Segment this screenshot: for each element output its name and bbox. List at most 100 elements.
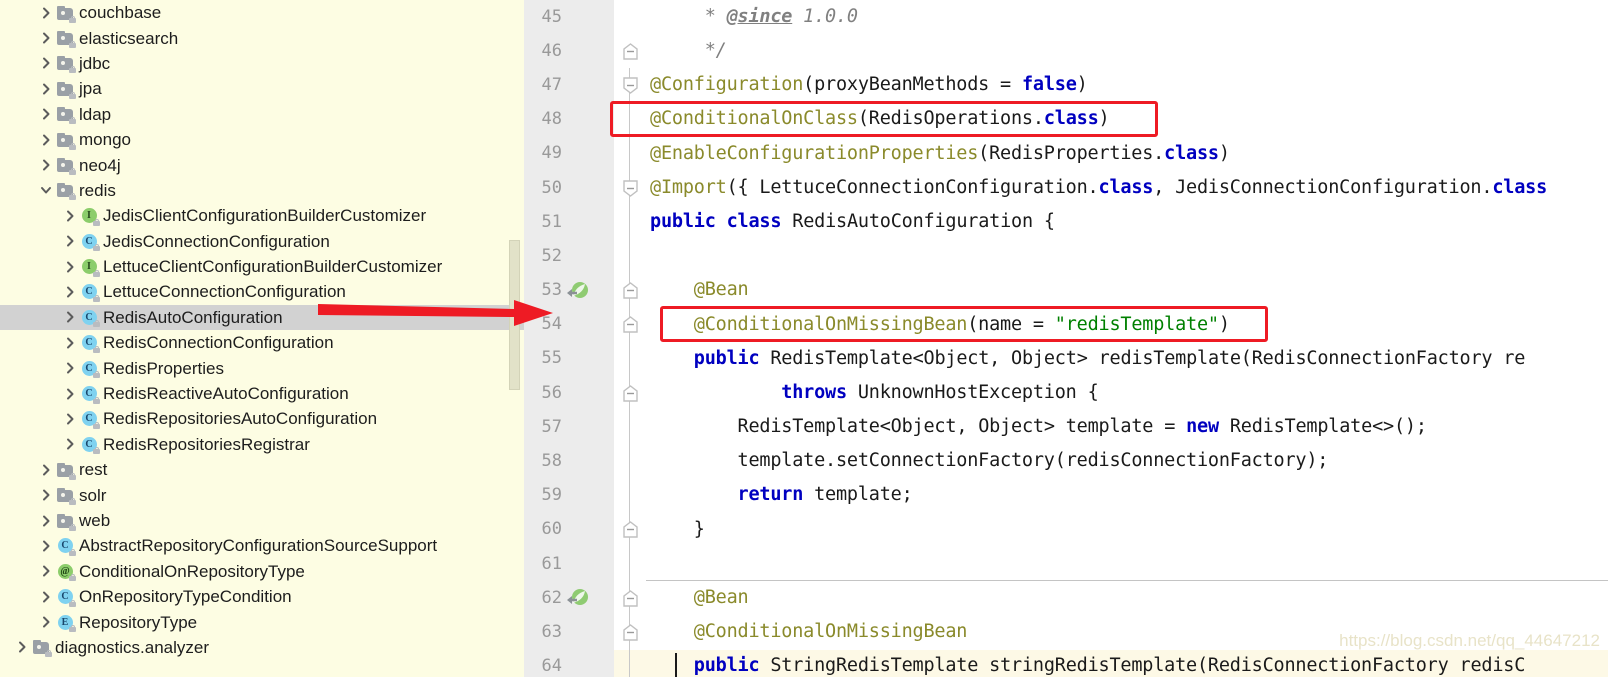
tree-node[interactable]: C RedisRepositoriesAutoConfiguration [0, 406, 524, 431]
chevron-right-icon[interactable] [38, 538, 54, 554]
fold-column[interactable] [614, 136, 646, 171]
fold-marker[interactable] [622, 42, 639, 61]
tree-node[interactable]: C RedisConnectionConfiguration [0, 330, 524, 355]
code-lines[interactable]: 45 * @since 1.0.0 46 */47 @Configuration(p… [524, 0, 1608, 677]
code-line[interactable]: 52 [524, 239, 1608, 274]
fold-marker[interactable] [622, 315, 639, 334]
tree-node[interactable]: mongo [0, 127, 524, 152]
tree-node[interactable]: C RedisReactiveAutoConfiguration [0, 381, 524, 406]
spring-bean-gutter-icon[interactable] [567, 281, 589, 301]
code-line[interactable]: 51 public class RedisAutoConfiguration { [524, 205, 1608, 240]
fold-marker[interactable] [622, 623, 639, 642]
fold-column[interactable] [614, 102, 646, 137]
chevron-right-icon[interactable] [38, 513, 54, 529]
chevron-right-icon[interactable] [38, 589, 54, 605]
chevron-right-icon[interactable] [62, 360, 78, 376]
chevron-right-icon[interactable] [62, 436, 78, 452]
code-line[interactable]: 61 [524, 547, 1608, 582]
code-line[interactable]: 54 @ConditionalOnMissingBean(name = "red… [524, 307, 1608, 342]
tree-node[interactable]: C RedisRepositoriesRegistrar [0, 432, 524, 457]
fold-column[interactable] [614, 615, 646, 650]
editor-gutter[interactable]: 51 [524, 205, 614, 240]
fold-column[interactable] [614, 170, 646, 206]
code-line[interactable]: 56 throws UnknownHostException { [524, 376, 1608, 411]
code-line[interactable]: 49 @EnableConfigurationProperties(RedisPr… [524, 136, 1608, 171]
chevron-right-icon[interactable] [14, 639, 30, 655]
chevron-right-icon[interactable] [38, 614, 54, 630]
tree-node[interactable]: redis [0, 178, 524, 203]
tree-node[interactable]: neo4j [0, 152, 524, 177]
chevron-right-icon[interactable] [38, 462, 54, 478]
spring-bean-gutter-icon[interactable] [567, 588, 589, 608]
tree-node[interactable]: couchbase [0, 0, 524, 25]
editor-gutter[interactable]: 49 [524, 136, 614, 171]
fold-column[interactable] [614, 307, 646, 342]
chevron-right-icon[interactable] [62, 335, 78, 351]
editor-gutter[interactable]: 57 [524, 410, 614, 445]
tree-node[interactable]: jpa [0, 76, 524, 101]
fold-marker[interactable] [622, 520, 639, 539]
tree-node[interactable]: E RepositoryType [0, 609, 524, 634]
project-tree-panel[interactable]: couchbase elasticsearch jdbc jpa ldap mongo ne… [0, 0, 524, 677]
editor-gutter[interactable]: 64 [524, 649, 614, 677]
project-tree[interactable]: couchbase elasticsearch jdbc jpa ldap mongo ne… [0, 0, 524, 660]
fold-column[interactable] [614, 341, 646, 377]
fold-column[interactable] [614, 547, 646, 582]
sidebar-scrollbar-thumb[interactable] [509, 240, 520, 390]
chevron-right-icon[interactable] [38, 81, 54, 97]
chevron-right-icon[interactable] [38, 106, 54, 122]
chevron-right-icon[interactable] [62, 208, 78, 224]
fold-column[interactable] [614, 0, 646, 35]
fold-column[interactable] [614, 410, 646, 445]
chevron-right-icon[interactable] [62, 259, 78, 275]
code-line[interactable]: 64 public StringRedisTemplate stringRedi… [524, 649, 1608, 677]
fold-marker[interactable] [622, 76, 639, 95]
editor-gutter[interactable]: 46 [524, 34, 614, 69]
chevron-right-icon[interactable] [38, 132, 54, 148]
tree-node[interactable]: C JedisConnectionConfiguration [0, 229, 524, 254]
chevron-right-icon[interactable] [38, 487, 54, 503]
editor-gutter[interactable]: 48 [524, 102, 614, 137]
fold-column[interactable] [614, 34, 646, 69]
editor-gutter[interactable]: 62 [524, 581, 614, 616]
chevron-right-icon[interactable] [38, 5, 54, 21]
fold-marker[interactable] [622, 384, 639, 403]
fold-column[interactable] [614, 444, 646, 479]
editor-gutter[interactable]: 47 [524, 68, 614, 103]
chevron-right-icon[interactable] [62, 386, 78, 402]
fold-column[interactable] [614, 68, 646, 103]
tree-node[interactable]: diagnostics.analyzer [0, 635, 524, 660]
code-line[interactable]: 55 public RedisTemplate<Object, Object> … [524, 341, 1608, 377]
code-line[interactable]: 62 @Bean [524, 581, 1608, 616]
tree-node[interactable]: solr [0, 482, 524, 507]
editor-gutter[interactable]: 56 [524, 376, 614, 411]
code-line[interactable]: 53 @Bean [524, 273, 1608, 308]
tree-node[interactable]: ldap [0, 102, 524, 127]
code-line[interactable]: 58 template.setConnectionFactory(redisCo… [524, 444, 1608, 479]
code-line[interactable]: 60 } [524, 512, 1608, 547]
tree-node[interactable]: @ ConditionalOnRepositoryType [0, 559, 524, 584]
chevron-right-icon[interactable] [62, 309, 78, 325]
editor-gutter[interactable]: 53 [524, 273, 614, 308]
code-line[interactable]: 57 RedisTemplate<Object, Object> templat… [524, 410, 1608, 445]
fold-column[interactable] [614, 478, 646, 513]
code-line[interactable]: 47 @Configuration(proxyBeanMethods = fals… [524, 68, 1608, 103]
chevron-right-icon[interactable] [62, 233, 78, 249]
tree-node[interactable]: C RedisAutoConfiguration [0, 304, 524, 331]
fold-marker[interactable] [622, 589, 639, 608]
tree-node[interactable]: I JedisClientConfigurationBuilderCustomiz… [0, 203, 524, 228]
editor-gutter[interactable]: 50 [524, 170, 614, 206]
chevron-right-icon[interactable] [38, 55, 54, 71]
tree-node[interactable]: C OnRepositoryTypeCondition [0, 584, 524, 609]
tree-node[interactable]: C RedisProperties [0, 355, 524, 380]
fold-column[interactable] [614, 273, 646, 308]
editor-gutter[interactable]: 52 [524, 239, 614, 274]
tree-node[interactable]: C AbstractRepositoryConfigurationSourceSu… [0, 533, 524, 558]
tree-node[interactable]: I LettuceClientConfigurationBuilderCustom… [0, 254, 524, 279]
tree-node[interactable]: jdbc [0, 51, 524, 76]
editor-gutter[interactable]: 54 [524, 307, 614, 342]
fold-column[interactable] [614, 649, 646, 677]
chevron-right-icon[interactable] [62, 284, 78, 300]
chevron-right-icon[interactable] [38, 30, 54, 46]
editor-gutter[interactable]: 45 [524, 0, 614, 35]
